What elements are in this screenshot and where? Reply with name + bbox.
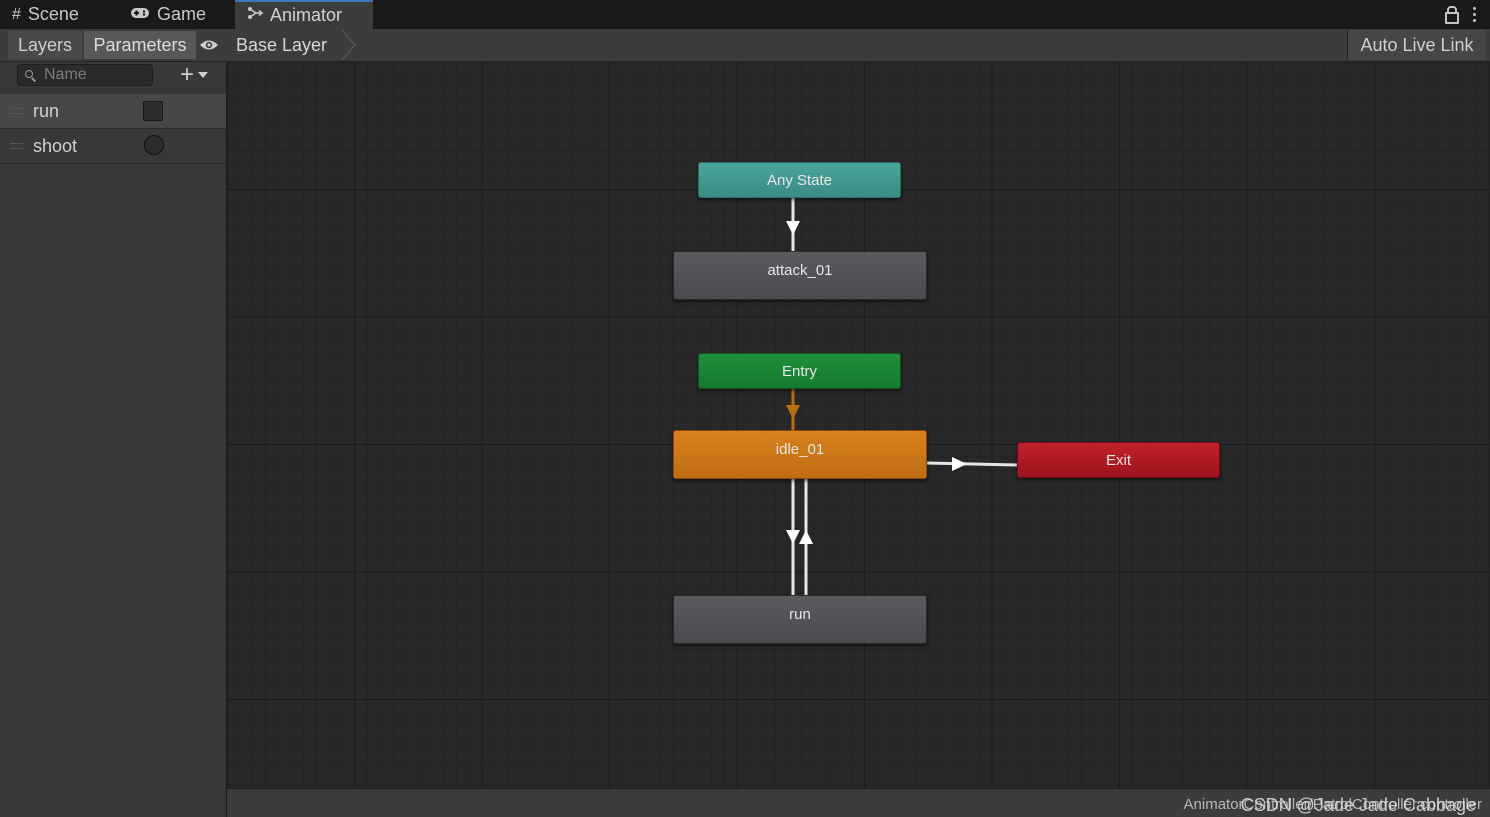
state-node-attack-01[interactable]: attack_01 xyxy=(673,251,927,300)
breadcrumb-base-layer[interactable]: Base Layer xyxy=(226,29,346,61)
animator-icon xyxy=(247,6,264,25)
window-tools xyxy=(1445,0,1476,29)
tab-game[interactable]: Game xyxy=(130,0,206,29)
parameter-bool-checkbox[interactable] xyxy=(143,101,163,121)
state-node-idle-01[interactable]: idle_01 xyxy=(673,430,927,479)
state-machine-graph[interactable]: Any State attack_01 Entry idle_01 Exit r… xyxy=(227,62,1490,788)
parameter-search-input[interactable] xyxy=(17,64,153,86)
lock-icon[interactable] xyxy=(1445,5,1459,24)
animator-toolbar: Layers Parameters Base Layer Auto Live L… xyxy=(0,29,1490,62)
grid-icon: # xyxy=(12,5,21,23)
transition-any-to-attack[interactable] xyxy=(786,198,800,251)
add-parameter-button[interactable]: + xyxy=(180,61,209,88)
parameter-search-row: + xyxy=(0,62,226,92)
parameters-panel: + run shoot xyxy=(0,62,227,817)
auto-live-link-button[interactable]: Auto Live Link xyxy=(1347,30,1486,60)
parameter-name: shoot xyxy=(33,135,78,156)
parameter-row-shoot[interactable]: shoot xyxy=(0,129,226,164)
chevron-down-icon xyxy=(198,72,209,78)
parameter-name: run xyxy=(33,100,60,121)
search-icon xyxy=(25,70,33,78)
drag-handle-icon[interactable] xyxy=(10,143,23,149)
transition-idle-to-run[interactable] xyxy=(786,479,800,595)
parameter-row-run[interactable]: run xyxy=(0,94,226,129)
eye-icon[interactable] xyxy=(199,38,219,50)
tab-animator[interactable]: Animator xyxy=(235,0,373,29)
state-node-entry[interactable]: Entry xyxy=(698,353,901,389)
editor-tab-bar: # Scene Game Animator xyxy=(0,0,1490,30)
tab-parameters[interactable]: Parameters xyxy=(84,31,196,59)
tab-scene-label: Scene xyxy=(27,4,79,24)
tab-layers[interactable]: Layers xyxy=(8,31,82,59)
breadcrumb-separator-fill xyxy=(340,29,354,61)
transition-entry-to-idle[interactable] xyxy=(786,389,800,430)
gamepad-icon xyxy=(130,6,150,24)
parameter-trigger-toggle[interactable] xyxy=(144,135,164,155)
watermark-text: CSDN @Jade Jade Cabbage xyxy=(1240,795,1476,815)
plus-icon: + xyxy=(180,61,195,88)
transition-idle-to-exit[interactable] xyxy=(926,457,1018,471)
more-options-icon[interactable] xyxy=(1473,7,1476,22)
state-node-run[interactable]: run xyxy=(673,595,927,644)
tab-animator-label: Animator xyxy=(270,5,343,25)
tab-game-label: Game xyxy=(157,4,207,24)
state-node-exit[interactable]: Exit xyxy=(1017,442,1220,478)
transition-run-to-idle[interactable] xyxy=(799,479,813,595)
drag-handle-icon[interactable] xyxy=(10,108,23,114)
animator-window: # Scene Game Animator Layers Parameters … xyxy=(0,0,1490,817)
state-node-any-state[interactable]: Any State xyxy=(698,162,901,198)
tab-scene[interactable]: # Scene xyxy=(12,0,79,29)
